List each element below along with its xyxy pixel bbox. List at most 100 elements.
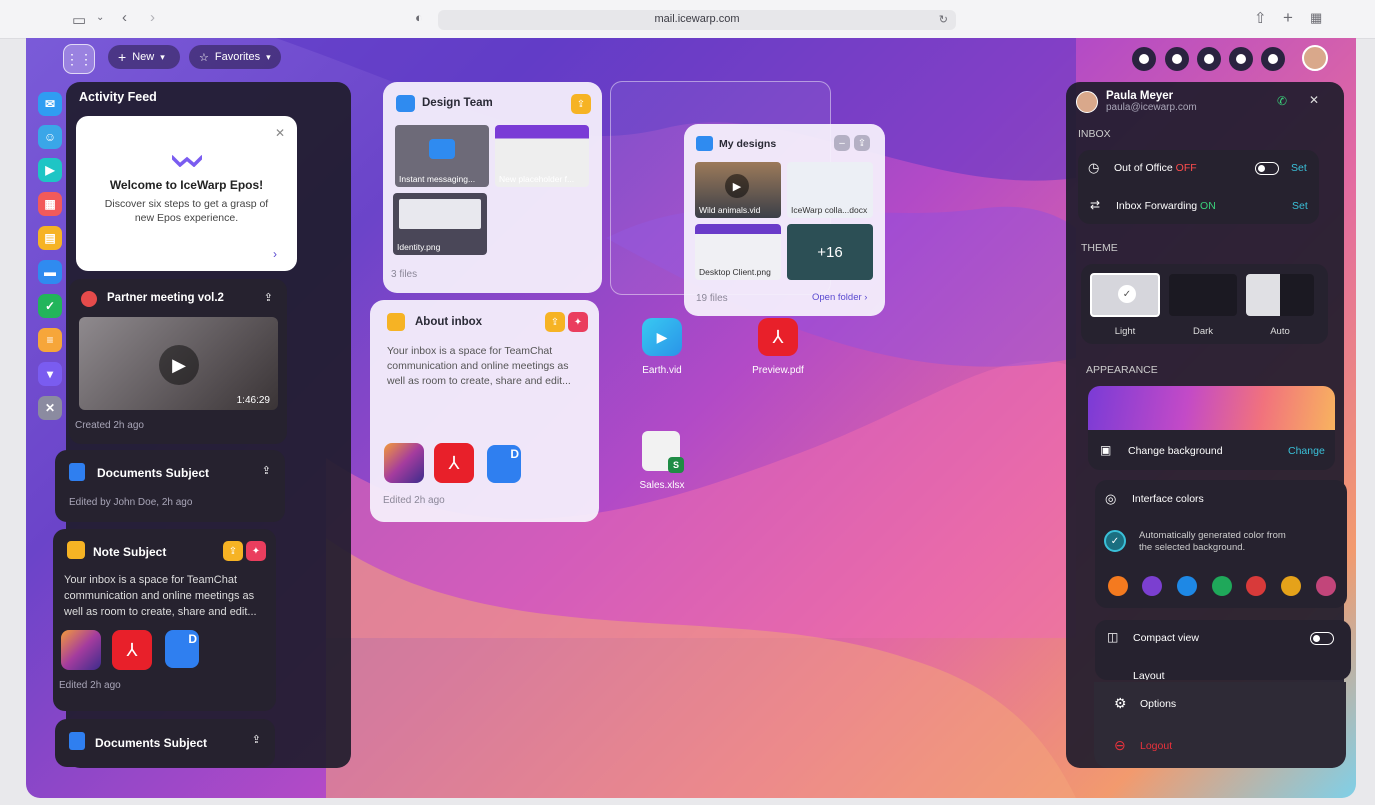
background-preview[interactable] — [1088, 386, 1335, 430]
pdf-icon[interactable]: ⅄ — [434, 443, 474, 483]
close-icon[interactable]: ✕ — [275, 126, 285, 140]
meeting-card[interactable]: Partner meeting vol.2 ⇪ ▶ 1:46:29 Create… — [69, 279, 287, 444]
app-grid-button[interactable]: ⋮⋮ — [63, 44, 95, 74]
new-tab-icon[interactable]: + — [1283, 8, 1293, 28]
file-name: Desktop Client.png — [699, 267, 771, 277]
calendar-icon[interactable]: ▦ — [38, 192, 62, 216]
share-icon[interactable]: ⇪ — [262, 464, 271, 477]
video-icon[interactable]: ▶ — [38, 158, 62, 182]
sidebar-toggle-icon[interactable]: ▭ — [72, 11, 86, 29]
phone-icon[interactable]: ✆ — [1277, 94, 1287, 108]
note-title: About inbox — [415, 316, 483, 328]
epos-icon[interactable]: ▾ — [38, 362, 62, 386]
play-icon[interactable]: ▶ — [159, 345, 199, 385]
shield-icon[interactable]: ◐ — [415, 10, 423, 25]
colors-desc-1: Automatically generated color from — [1139, 530, 1286, 541]
share-icon[interactable]: ⇪ — [854, 135, 870, 151]
color-swatch[interactable] — [1142, 576, 1162, 596]
share-icon[interactable]: ⇪ — [252, 733, 261, 746]
about-inbox-note[interactable]: About inbox ⇪ ✦ Your inbox is a space fo… — [370, 300, 599, 522]
folder-title: Design Team — [422, 97, 493, 109]
theme-dark-option[interactable] — [1169, 274, 1237, 316]
tasks-icon[interactable]: ✓ — [38, 294, 62, 318]
favorites-button[interactable]: ☆ Favorites ▾ — [189, 45, 281, 69]
share-icon[interactable]: ⇧ — [1254, 9, 1267, 27]
color-swatch[interactable] — [1108, 576, 1128, 596]
file-thumbnail[interactable]: New placeholder f... — [495, 125, 589, 187]
file-thumbnail[interactable]: Identity.png — [393, 193, 487, 255]
chevron-down-icon[interactable]: ⌄ — [96, 12, 104, 23]
contacts-icon[interactable]: ☺ — [38, 125, 62, 149]
file-thumbnail[interactable]: Instant messaging... — [395, 125, 489, 187]
document-card[interactable]: Documents Subject ⇪ Edited by John Doe, … — [55, 450, 285, 522]
meeting-video-thumbnail[interactable]: ▶ 1:46:29 — [79, 317, 278, 410]
file-thumbnail[interactable]: Desktop Client.png — [695, 224, 781, 280]
color-swatch[interactable] — [1212, 576, 1232, 596]
fan-icon[interactable] — [1132, 47, 1156, 71]
address-bar[interactable]: mail.icewarp.com ↻ — [438, 10, 956, 30]
reload-icon[interactable]: ↻ — [939, 13, 948, 26]
color-swatch[interactable] — [1281, 576, 1301, 596]
ooo-state: OFF — [1175, 162, 1197, 174]
message-icon[interactable] — [1197, 47, 1221, 71]
documents-icon[interactable]: ≡ — [38, 328, 62, 352]
auto-color-check[interactable]: ✓ — [1104, 530, 1126, 552]
welcome-card[interactable]: ✕ Welcome to IceWarp Epos! Discover six … — [76, 116, 297, 271]
activity-feed-panel: Activity Feed ✕ Welcome to IceWarp Epos!… — [53, 82, 351, 768]
avatar[interactable] — [1076, 91, 1098, 113]
earth-video-file[interactable]: ▶ — [640, 318, 684, 358]
image-thumbnail[interactable] — [61, 630, 101, 670]
pdf-icon[interactable]: ⅄ — [112, 630, 152, 670]
forward-icon[interactable]: › — [150, 9, 155, 26]
design-team-folder[interactable]: Design Team ⇪ Instant messaging... New p… — [383, 82, 602, 293]
new-button[interactable]: + New ▾ — [108, 45, 180, 69]
gear-icon[interactable]: ⚙ — [1114, 695, 1127, 712]
share-icon[interactable]: ⇪ — [545, 312, 565, 332]
color-swatch[interactable] — [1246, 576, 1266, 596]
archive-icon[interactable] — [1229, 47, 1253, 71]
note-card[interactable]: Note Subject ⇪ ✦ Your inbox is a space f… — [53, 529, 276, 711]
docs-icon[interactable]: D — [165, 630, 199, 668]
color-swatch[interactable] — [1177, 576, 1197, 596]
document-card-2[interactable]: Documents Subject ⇪ — [55, 719, 275, 767]
upload-icon[interactable] — [1261, 47, 1285, 71]
image-thumbnail[interactable] — [384, 443, 424, 483]
minimize-icon[interactable]: – — [834, 135, 850, 151]
color-swatch[interactable] — [1316, 576, 1336, 596]
close-icon[interactable]: ✕ — [1309, 93, 1319, 107]
chat-icon[interactable] — [1165, 47, 1189, 71]
avatar[interactable] — [1302, 45, 1328, 71]
tools-icon[interactable]: ✕ — [38, 396, 62, 420]
sales-xlsx-file[interactable]: S — [640, 431, 684, 473]
back-icon[interactable]: ‹ — [122, 9, 127, 26]
ooo-set-button[interactable]: Set — [1291, 162, 1307, 174]
theme-auto-option[interactable] — [1246, 274, 1314, 316]
video-duration: 1:46:29 — [236, 395, 270, 406]
preview-pdf-file[interactable]: ⅄ — [756, 318, 800, 358]
logout-icon[interactable]: ⊖ — [1114, 737, 1126, 754]
file-thumbnail[interactable]: ▶ Wild animals.vid — [695, 162, 781, 218]
fwd-set-button[interactable]: Set — [1292, 200, 1308, 212]
open-folder-link[interactable]: Open folder › — [812, 292, 867, 303]
share-icon[interactable]: ⇪ — [264, 291, 273, 304]
share-icon[interactable]: ⇪ — [571, 94, 591, 114]
options-button[interactable]: Options — [1140, 698, 1176, 710]
my-designs-folder[interactable]: My designs – ⇪ ▶ Wild animals.vid IceWar… — [684, 124, 885, 316]
change-background-button[interactable]: Change — [1288, 445, 1325, 457]
share-icon[interactable]: ⇪ — [223, 541, 243, 561]
pin-icon[interactable]: ✦ — [246, 541, 266, 561]
file-thumbnail[interactable]: IceWarp colla...docx — [787, 162, 873, 218]
ooo-toggle[interactable] — [1255, 162, 1279, 175]
notes-icon[interactable]: ▤ — [38, 226, 62, 250]
tab-overview-icon[interactable]: ▦ — [1310, 10, 1322, 26]
folder-icon[interactable]: ▬ — [38, 260, 62, 284]
mail-icon[interactable]: ✉ — [38, 92, 62, 116]
docs-icon[interactable]: D — [487, 445, 521, 483]
compact-view-toggle[interactable] — [1310, 632, 1334, 645]
logout-button[interactable]: Logout — [1140, 740, 1172, 752]
chevron-right-icon[interactable]: › — [273, 247, 277, 261]
theme-light-option[interactable]: ✓ — [1090, 273, 1160, 317]
play-icon[interactable]: ▶ — [725, 174, 749, 198]
pin-icon[interactable]: ✦ — [568, 312, 588, 332]
more-files-tile[interactable]: +16 — [787, 224, 873, 280]
